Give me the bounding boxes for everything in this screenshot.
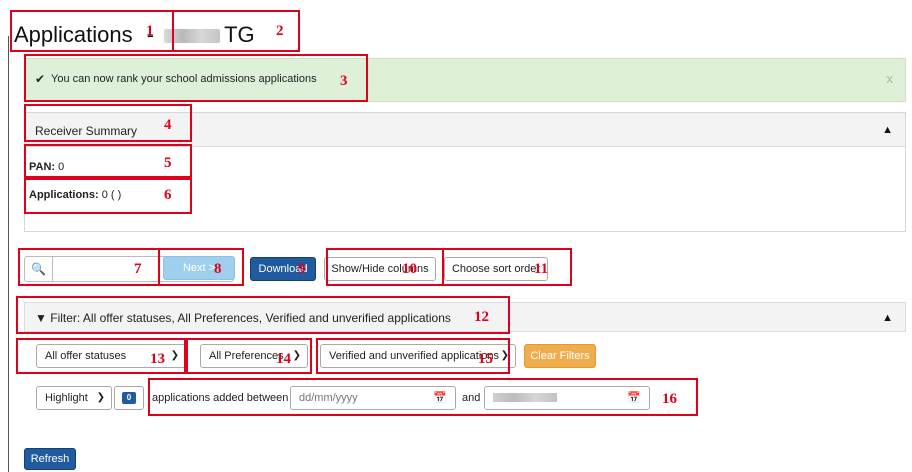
date-from-input[interactable]: dd/mm/yyyy 📅: [290, 386, 456, 410]
annotation-number-16: 16: [662, 391, 677, 407]
chevron-up-icon[interactable]: ▲: [882, 312, 893, 324]
annotation-number-1: 1: [146, 23, 154, 39]
calendar-icon[interactable]: 📅: [627, 387, 641, 409]
annotation-number-8: 8: [214, 261, 222, 277]
page-title: Applications - TG: [14, 22, 255, 55]
offer-status-value: All offer statuses: [45, 350, 127, 362]
redacted-date-value: [493, 393, 557, 402]
clear-filters-button[interactable]: Clear Filters: [524, 344, 596, 368]
chevron-down-icon: ❯: [96, 392, 105, 403]
preferences-value: All Preferences: [209, 350, 284, 362]
next-button[interactable]: Next >: [163, 256, 235, 280]
annotation-number-12: 12: [474, 309, 489, 325]
annotation-number-11: 11: [534, 261, 549, 277]
receiver-summary-panel: Receiver Summary ▲ PAN: 0 Applications: …: [24, 112, 906, 232]
chevron-up-icon[interactable]: ▲: [882, 124, 893, 136]
receiver-summary-header[interactable]: Receiver Summary ▲: [25, 113, 905, 147]
redacted-name: [164, 29, 221, 44]
show-hide-columns-button[interactable]: Show/Hide columns: [324, 257, 436, 281]
title-suffix: TG: [224, 22, 255, 47]
chevron-down-icon: ❯: [170, 350, 179, 361]
close-icon[interactable]: x: [887, 71, 894, 86]
verification-value: Verified and unverified applications: [329, 350, 500, 362]
search-box: 🔍 Next >: [24, 256, 235, 282]
applications-field: Applications: 0 ( ): [29, 189, 121, 201]
preferences-select[interactable]: All Preferences ❯: [200, 344, 308, 368]
pan-value: 0: [58, 161, 65, 173]
sort-order-button[interactable]: Choose sort order: [444, 257, 548, 281]
highlight-label: Highlight: [45, 392, 88, 404]
filter-summary-text: Filter: All offer statuses, All Preferen…: [50, 311, 451, 325]
filter-summary: ▼ Filter: All offer statuses, All Prefer…: [35, 311, 451, 325]
search-input[interactable]: [55, 258, 159, 280]
annotation-number-7: 7: [134, 261, 142, 277]
filter-funnel-icon: ▼: [35, 311, 47, 325]
annotation-number-6: 6: [164, 187, 172, 203]
pan-field: PAN: 0: [29, 161, 64, 173]
highlight-select[interactable]: Highlight ❯: [36, 386, 112, 410]
alert-message: You can now rank your school admissions …: [51, 73, 317, 85]
annotation-number-13: 13: [150, 351, 165, 367]
annotation-number-10: 10: [402, 261, 417, 277]
annotation-number-4: 4: [164, 117, 172, 133]
date-from-placeholder: dd/mm/yyyy: [299, 392, 358, 404]
applications-label: Applications:: [29, 189, 99, 201]
filter-panel-header[interactable]: ▼ Filter: All offer statuses, All Prefer…: [24, 302, 906, 332]
annotation-number-3: 3: [340, 73, 348, 89]
page-title-text: Applications: [14, 22, 133, 47]
chevron-down-icon: ❯: [292, 350, 301, 361]
search-icon: 🔍: [25, 257, 53, 281]
left-border-line: [8, 36, 9, 472]
added-between-label: applications added between: [152, 392, 289, 404]
refresh-button[interactable]: Refresh: [24, 448, 76, 470]
and-label: and: [462, 392, 481, 404]
date-to-input[interactable]: 📅: [484, 386, 650, 410]
annotation-number-15: 15: [478, 351, 493, 367]
pan-label: PAN:: [29, 161, 56, 173]
receiver-summary-title: Receiver Summary: [35, 124, 138, 138]
success-alert: ✔ You can now rank your school admission…: [24, 58, 906, 102]
annotation-number-9: 9: [298, 261, 306, 277]
annotation-number-14: 14: [276, 351, 291, 367]
annotation-number-2: 2: [276, 23, 284, 39]
highlight-count-badge: 0: [122, 392, 136, 404]
applications-value: 0 ( ): [101, 189, 122, 201]
chevron-down-icon: ❯: [500, 350, 509, 361]
annotation-number-5: 5: [164, 155, 172, 171]
highlight-count-box: 0: [114, 386, 144, 410]
calendar-icon[interactable]: 📅: [433, 387, 447, 409]
download-button[interactable]: Download: [250, 257, 316, 281]
checkmark-icon: ✔: [35, 72, 46, 86]
